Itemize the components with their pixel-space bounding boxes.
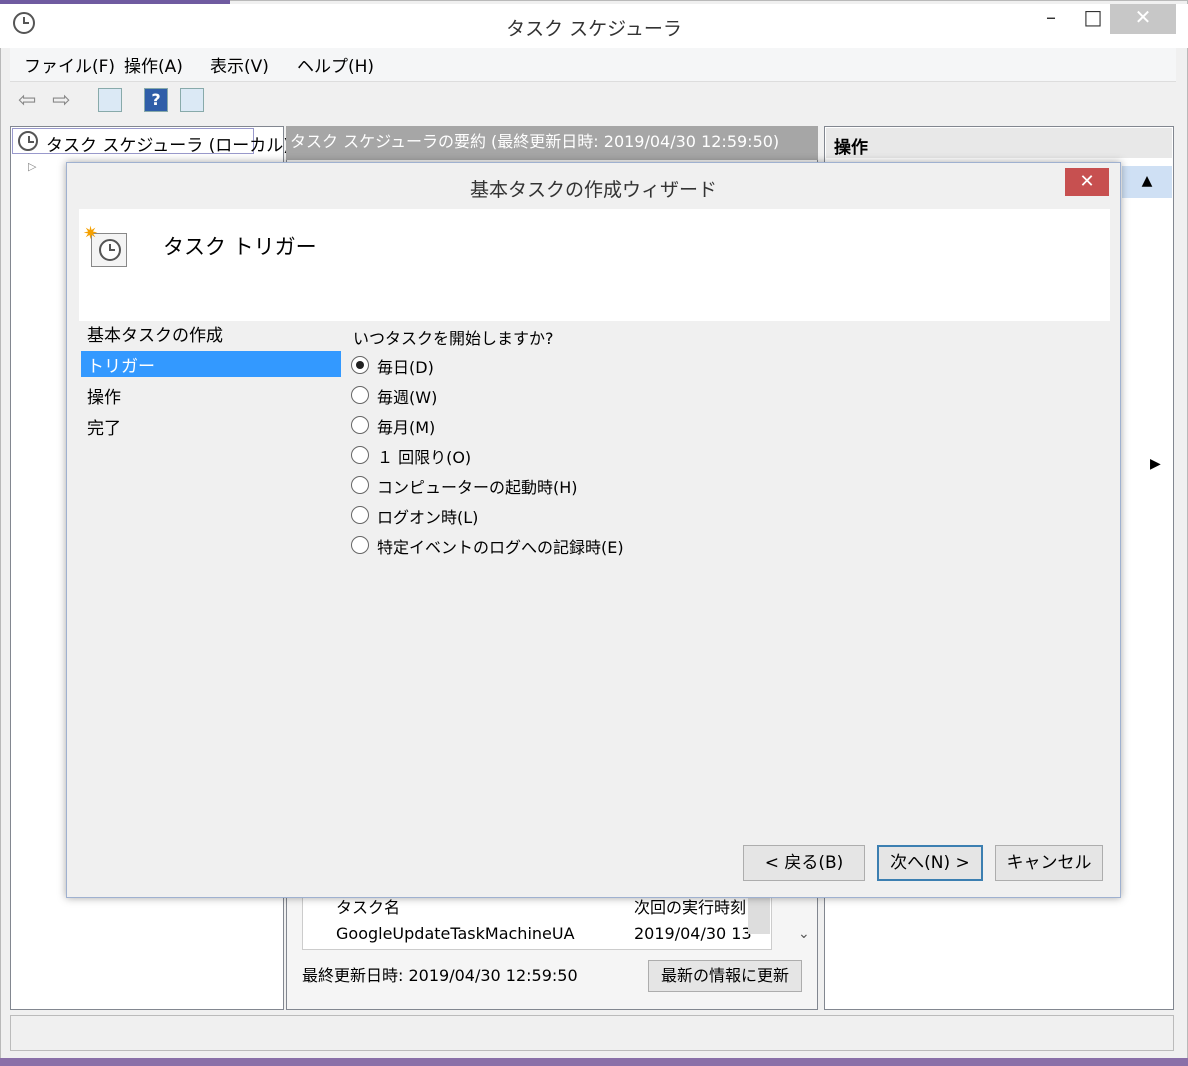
last-updated-label: 最終更新日時: 2019/04/30 12:59:50 [302,966,578,985]
scroll-down-icon[interactable]: ⌄ [798,926,810,942]
actions-header: 操作 [826,128,1172,158]
radio-weekly[interactable] [351,386,369,404]
step-trigger[interactable]: トリガー [87,352,155,377]
expand-arrow-icon[interactable]: ▷ [28,160,36,173]
radio-event-log-label[interactable]: 特定イベントのログへの記録時(E) [377,534,624,558]
tree-root-label: タスク スケジューラ (ローカル) [46,136,290,156]
menu-view[interactable]: 表示(V) [210,52,269,77]
maximize-button[interactable]: □ [1076,4,1110,34]
minimize-button[interactable]: – [1034,4,1068,34]
action-pane-icon[interactable] [180,88,204,112]
clock-icon [18,131,38,151]
dialog-header [79,209,1110,321]
summary-header: タスク スケジューラの要約 (最終更新日時: 2019/04/30 12:59:… [286,126,818,160]
help-icon[interactable]: ? [144,88,168,112]
status-bar [10,1015,1174,1051]
scroll-up-icon[interactable]: ▲ [1122,166,1172,198]
next-button[interactable]: 次へ(N) > [877,845,983,881]
forward-arrow-icon[interactable]: ⇨ [52,90,70,112]
wizard-page-title: タスク トリガー [163,235,317,259]
radio-daily[interactable] [351,356,369,374]
radio-event-log[interactable] [351,536,369,554]
dialog-close-button[interactable]: ✕ [1065,168,1109,196]
window-title: タスク スケジューラ [506,18,682,40]
refresh-button[interactable]: 最新の情報に更新 [648,960,802,992]
radio-monthly-label[interactable]: 毎月(M) [377,414,435,438]
window-close-button[interactable]: ✕ [1110,4,1176,34]
cancel-button[interactable]: キャンセル [995,845,1103,881]
taskbar-edge [0,1058,1188,1066]
menu-help[interactable]: ヘルプ(H) [297,52,374,77]
basic-task-wizard-dialog: 基本タスクの作成ウィザード ✕ ✷ タスク トリガー 基本タスクの作成 トリガー… [66,162,1121,898]
task-wizard-icon: ✷ [83,223,131,267]
radio-one-time[interactable] [351,446,369,464]
radio-computer-start-label[interactable]: コンピューターの起動時(H) [377,474,578,498]
back-button[interactable]: < 戻る(B) [743,845,865,881]
radio-logon[interactable] [351,506,369,524]
radio-monthly[interactable] [351,416,369,434]
radio-weekly-label[interactable]: 毎週(W) [377,384,437,408]
table-cell-time[interactable]: 2019/04/30 13 [634,924,752,943]
menu-file[interactable]: ファイル(F) [24,52,115,77]
radio-computer-start[interactable] [351,476,369,494]
back-arrow-icon[interactable]: ⇦ [18,90,36,112]
radio-daily-label[interactable]: 毎日(D) [377,354,434,378]
dialog-title: 基本タスクの作成ウィザード [469,179,717,201]
trigger-question: いつタスクを開始しますか? [353,329,554,348]
step-action[interactable]: 操作 [87,383,121,408]
table-scrollbar[interactable] [748,894,770,934]
menu-bar [10,48,1176,82]
step-finish[interactable]: 完了 [87,414,121,439]
table-cell-task[interactable]: GoogleUpdateTaskMachineUA [336,924,575,943]
console-tree-icon[interactable] [98,88,122,112]
step-create-basic-task[interactable]: 基本タスクの作成 [87,321,223,346]
radio-one-time-label[interactable]: １ 回限り(O) [377,444,471,468]
menu-action[interactable]: 操作(A) [124,52,183,77]
radio-logon-label[interactable]: ログオン時(L) [377,504,478,528]
submenu-arrow-icon[interactable]: ▶ [1150,456,1161,472]
